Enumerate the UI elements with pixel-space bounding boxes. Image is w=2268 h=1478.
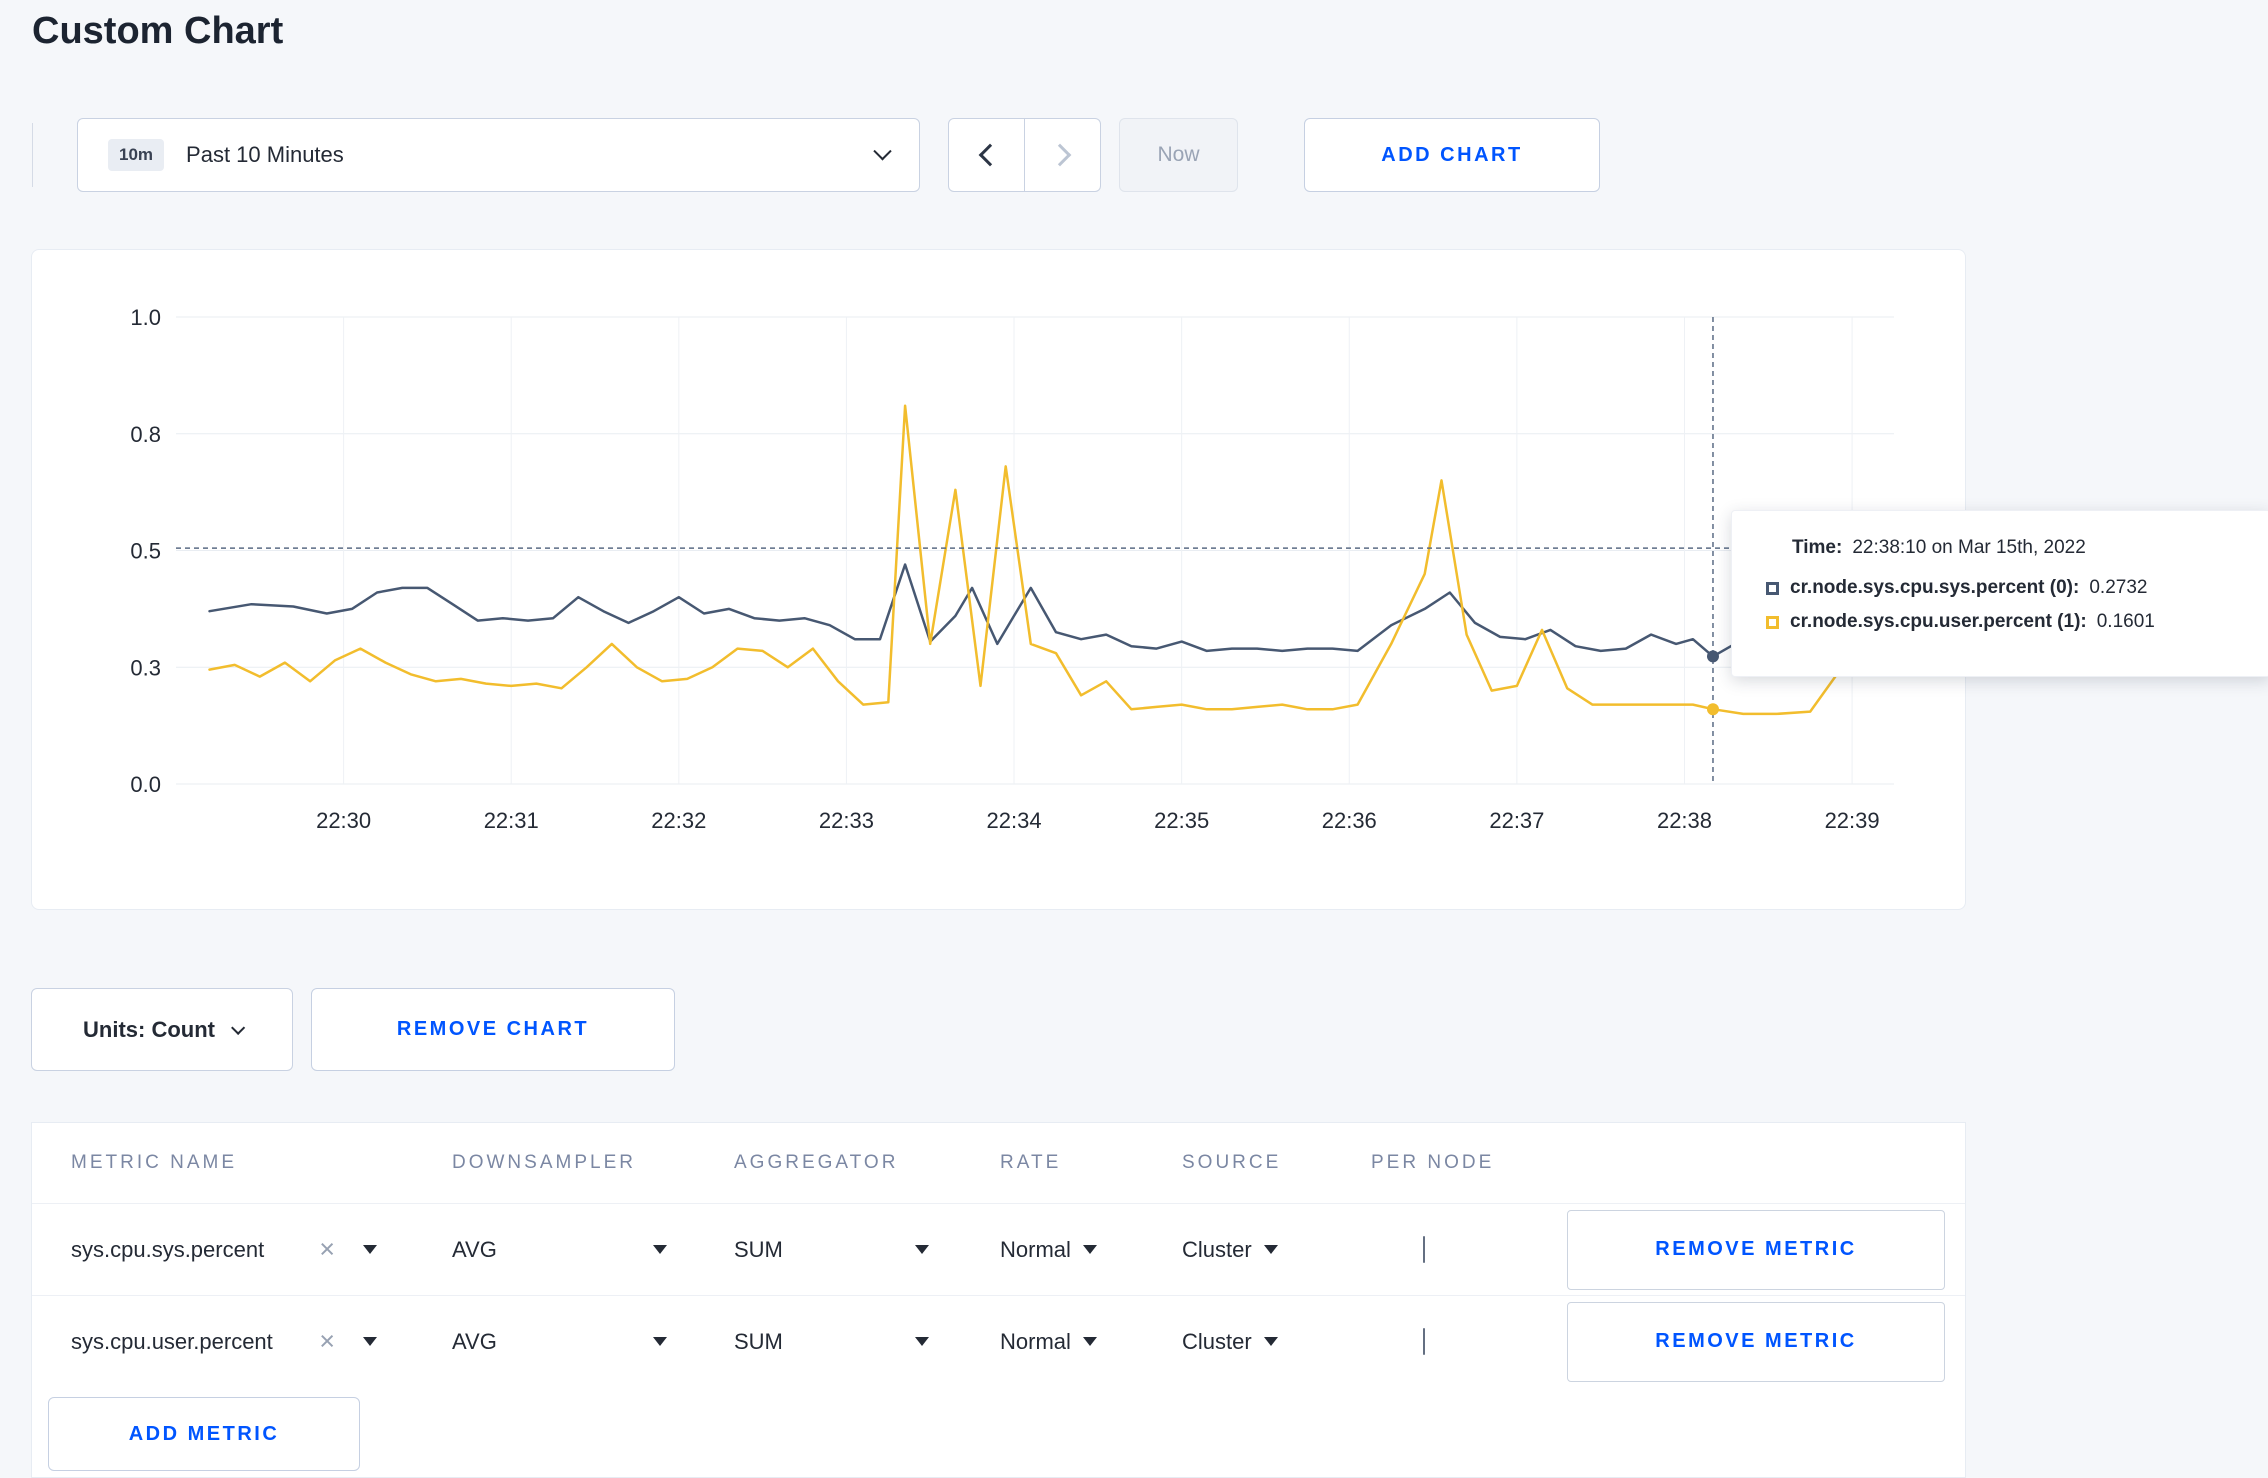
- aggregator-value: SUM: [734, 1236, 783, 1262]
- rate-value: Normal: [1000, 1236, 1071, 1262]
- downsampler-value: AVG: [452, 1236, 497, 1262]
- now-button[interactable]: Now: [1119, 118, 1238, 192]
- chevron-right-icon: [1048, 143, 1071, 167]
- remove-metric-button[interactable]: REMOVE METRIC: [1567, 1209, 1945, 1290]
- svg-text:0.5: 0.5: [130, 539, 161, 564]
- chevron-left-icon: [978, 143, 1001, 167]
- downsampler-dropdown[interactable]: AVG: [452, 1329, 667, 1355]
- metric-name-select[interactable]: sys.cpu.sys.percent ×: [32, 1236, 413, 1263]
- metrics-table: METRIC NAME DOWNSAMPLER AGGREGATOR RATE …: [31, 1122, 1966, 1478]
- downsampler-dropdown[interactable]: AVG: [452, 1237, 667, 1263]
- chart-card: 0.0 0.3 0.5 0.8 1.0 22:30 22:31 22:32 22:33 22:34…: [31, 249, 2268, 910]
- metrics-chart[interactable]: 0.0 0.3 0.5 0.8 1.0 22:30 22:31 22:32 22:33 22:34…: [32, 250, 1967, 890]
- caret-down-icon: [915, 1245, 929, 1254]
- chevron-down-icon: [873, 141, 892, 160]
- col-header-source: SOURCE: [1182, 1152, 1282, 1173]
- caret-down-icon: [1263, 1245, 1278, 1254]
- remove-metric-button[interactable]: REMOVE METRIC: [1567, 1301, 1945, 1382]
- col-header-downsampler: DOWNSAMPLER: [452, 1152, 636, 1173]
- chevron-down-icon: [231, 1020, 246, 1035]
- svg-text:22:32: 22:32: [651, 808, 706, 833]
- units-dropdown[interactable]: Units: Count: [31, 988, 293, 1071]
- source-value: Cluster: [1182, 1328, 1252, 1354]
- toolbar-divider: [32, 123, 33, 187]
- svg-text:22:39: 22:39: [1825, 808, 1880, 833]
- rate-value: Normal: [1000, 1328, 1071, 1354]
- svg-text:0.8: 0.8: [130, 422, 161, 447]
- tooltip-series-label: cr.node.sys.cpu.sys.percent (0):: [1790, 577, 2080, 598]
- units-label: Units: Count: [83, 1016, 215, 1042]
- caret-down-icon: [915, 1337, 929, 1346]
- tooltip-series-value: 0.2732: [2089, 577, 2148, 598]
- series-marker-icon: [1766, 581, 1779, 595]
- downsampler-value: AVG: [452, 1328, 497, 1354]
- page-title: Custom Chart: [32, 10, 284, 52]
- tooltip-series-row: cr.node.sys.cpu.sys.percent (0): 0.2732: [1766, 577, 2242, 599]
- time-nav-group: [948, 118, 1101, 192]
- col-header-rate: RATE: [1000, 1152, 1062, 1173]
- svg-text:22:30: 22:30: [316, 808, 371, 833]
- chart-controls-row: Units: Count REMOVE CHART: [31, 988, 675, 1071]
- tooltip-series-row: cr.node.sys.cpu.user.percent (1): 0.1601: [1766, 611, 2242, 633]
- col-header-per-node: PER NODE: [1371, 1152, 1495, 1173]
- per-node-checkbox[interactable]: [1423, 1327, 1425, 1355]
- svg-text:22:35: 22:35: [1154, 808, 1209, 833]
- tooltip-time: Time: 22:38:10 on Mar 15th, 2022: [1792, 537, 2242, 559]
- tooltip-series-label: cr.node.sys.cpu.user.percent (1):: [1790, 611, 2087, 632]
- caret-down-icon: [1082, 1337, 1097, 1346]
- caret-down-icon: [653, 1337, 667, 1346]
- add-chart-button[interactable]: ADD CHART: [1304, 118, 1600, 192]
- rate-dropdown[interactable]: Normal: [1000, 1329, 1097, 1355]
- tooltip-series-value: 0.1601: [2096, 611, 2155, 632]
- time-prev-button[interactable]: [948, 118, 1025, 192]
- metric-name-select[interactable]: sys.cpu.user.percent ×: [32, 1328, 413, 1355]
- col-header-metric-name: METRIC NAME: [71, 1152, 237, 1173]
- aggregator-value: SUM: [734, 1328, 783, 1354]
- time-range-label: Past 10 Minutes: [186, 142, 344, 167]
- clear-metric-icon[interactable]: ×: [319, 1328, 335, 1355]
- svg-text:22:37: 22:37: [1489, 808, 1544, 833]
- metric-name: sys.cpu.sys.percent: [71, 1236, 265, 1262]
- source-dropdown[interactable]: Cluster: [1182, 1329, 1278, 1355]
- chart-tooltip: Time: 22:38:10 on Mar 15th, 2022 cr.node.…: [1731, 510, 2268, 677]
- aggregator-dropdown[interactable]: SUM: [734, 1329, 929, 1355]
- svg-text:22:31: 22:31: [484, 808, 539, 833]
- table-row: sys.cpu.sys.percent × AVG SUM Normal Clu…: [32, 1203, 1965, 1295]
- add-metric-button[interactable]: ADD METRIC: [48, 1397, 360, 1471]
- col-header-aggregator: AGGREGATOR: [734, 1152, 899, 1173]
- tooltip-time-label: Time:: [1792, 537, 1843, 558]
- caret-down-icon: [1263, 1337, 1278, 1346]
- source-value: Cluster: [1182, 1236, 1252, 1262]
- caret-down-icon[interactable]: [363, 1337, 377, 1346]
- remove-chart-button[interactable]: REMOVE CHART: [311, 988, 675, 1071]
- rate-dropdown[interactable]: Normal: [1000, 1237, 1097, 1263]
- caret-down-icon[interactable]: [363, 1245, 377, 1254]
- svg-text:0.3: 0.3: [130, 655, 161, 680]
- metric-name: sys.cpu.user.percent: [71, 1328, 273, 1354]
- svg-text:0.0: 0.0: [130, 772, 161, 797]
- svg-text:22:38: 22:38: [1657, 808, 1712, 833]
- svg-text:1.0: 1.0: [130, 305, 161, 330]
- svg-text:22:33: 22:33: [819, 808, 874, 833]
- time-range-dropdown[interactable]: 10m Past 10 Minutes: [77, 118, 920, 192]
- source-dropdown[interactable]: Cluster: [1182, 1237, 1278, 1263]
- caret-down-icon: [1082, 1245, 1097, 1254]
- metrics-table-header: METRIC NAME DOWNSAMPLER AGGREGATOR RATE …: [32, 1123, 1965, 1203]
- time-next-button[interactable]: [1024, 118, 1101, 192]
- svg-text:22:36: 22:36: [1322, 808, 1377, 833]
- time-range-badge: 10m: [108, 139, 165, 171]
- series-marker-icon: [1766, 615, 1779, 629]
- tooltip-time-value: 22:38:10 on Mar 15th, 2022: [1852, 537, 2086, 558]
- svg-text:22:34: 22:34: [987, 808, 1042, 833]
- aggregator-dropdown[interactable]: SUM: [734, 1237, 929, 1263]
- clear-metric-icon[interactable]: ×: [319, 1236, 335, 1263]
- table-row: sys.cpu.user.percent × AVG SUM Normal Cl…: [32, 1295, 1965, 1387]
- toolbar: 10m Past 10 Minutes Now ADD CHART: [32, 118, 1600, 192]
- per-node-checkbox[interactable]: [1423, 1235, 1425, 1263]
- caret-down-icon: [653, 1245, 667, 1254]
